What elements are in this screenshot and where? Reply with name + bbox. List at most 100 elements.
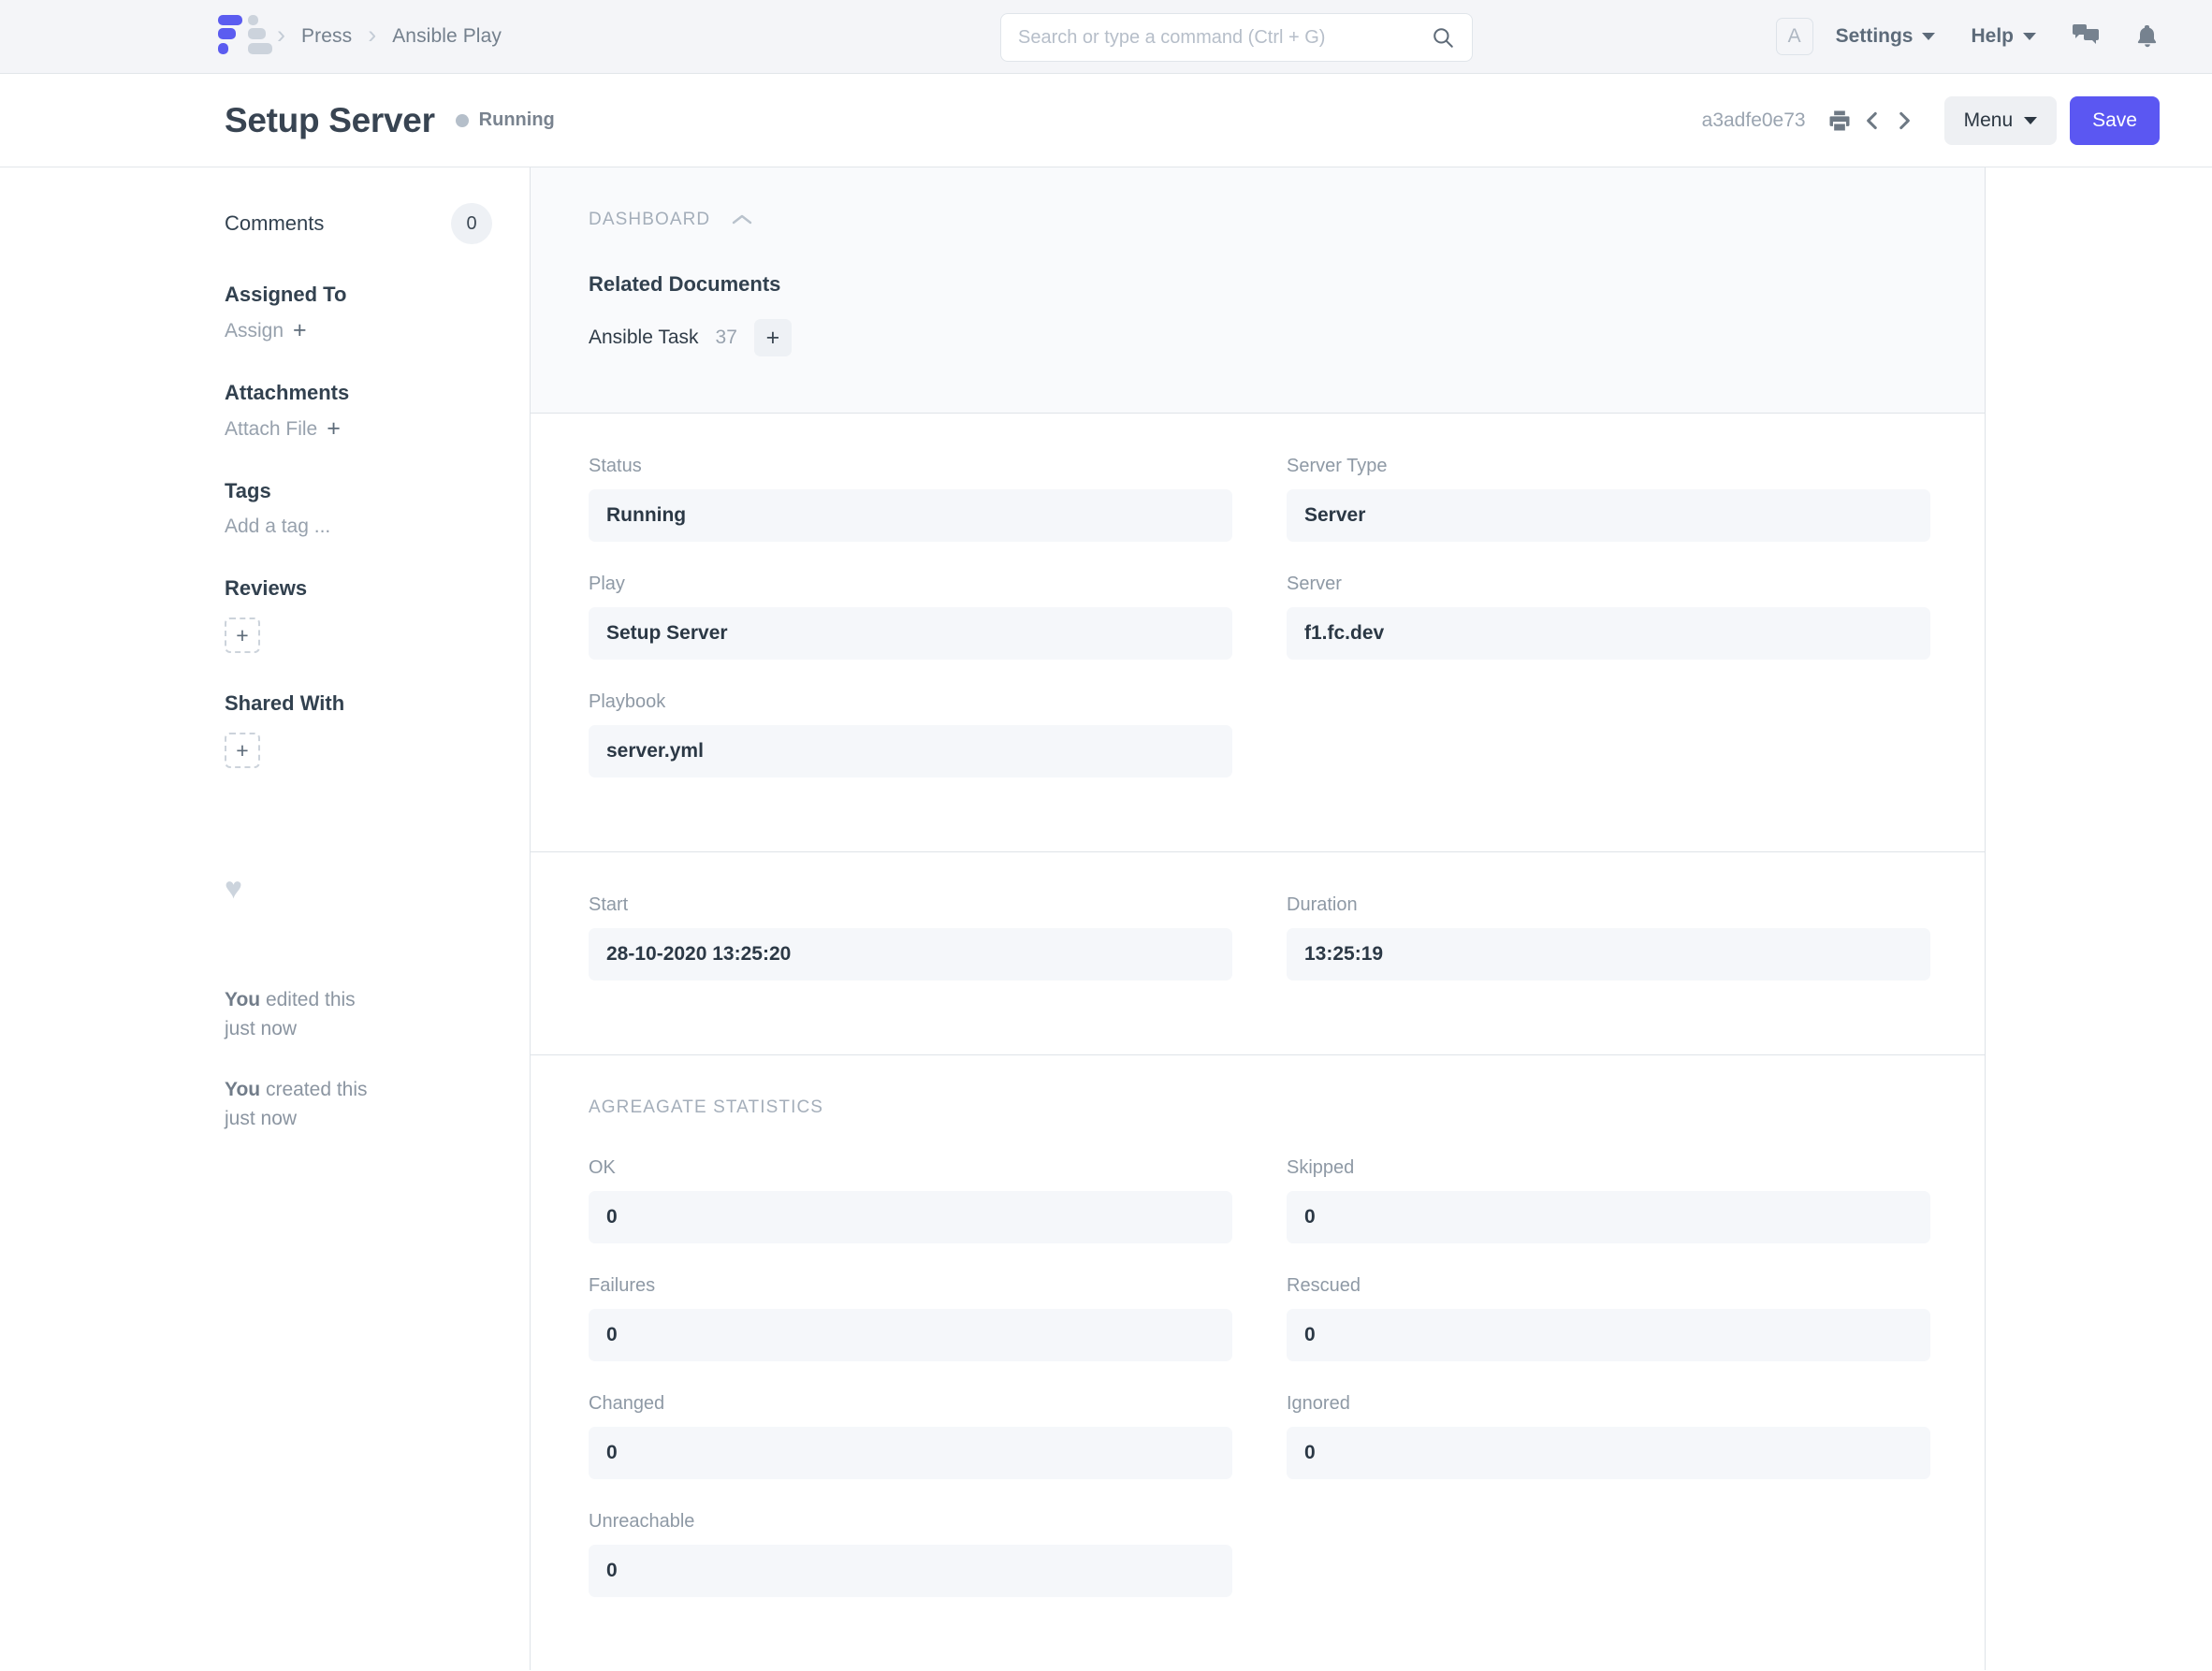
assign-label: Assign (225, 319, 284, 341)
activity-time: just now (225, 1108, 298, 1130)
field-value[interactable]: 0 (589, 1191, 1232, 1243)
field-label: Failures (589, 1275, 656, 1296)
sidebar-section-attachments: Attachments Attach File + (225, 381, 530, 441)
tags-label: Tags (225, 479, 271, 502)
related-doc-name[interactable]: Ansible Task (589, 327, 699, 349)
field-label: Status (589, 456, 642, 476)
top-navbar: › Press › Ansible Play A Settings Help (0, 0, 2212, 74)
attach-file-button[interactable]: Attach File + (225, 417, 530, 441)
field-label: Rescued (1287, 1275, 1361, 1296)
field-value[interactable]: 13:25:19 (1287, 928, 1930, 981)
field-label: Unreachable (589, 1511, 695, 1532)
field-value[interactable]: 28-10-2020 13:25:20 (589, 928, 1232, 981)
shared-with-label: Shared With (225, 691, 345, 715)
field-duration: Duration 13:25:19 (1287, 894, 1930, 1012)
assign-button[interactable]: Assign + (225, 319, 530, 342)
document-sidebar: Comments 0 Assigned To Assign + Attachme… (225, 167, 530, 1670)
global-search (1000, 13, 1473, 62)
activity-actor: You (225, 989, 261, 1010)
field-label: Duration (1287, 894, 1358, 915)
field-label: Server Type (1287, 456, 1388, 476)
breadcrumb-item-ansible-play[interactable]: Ansible Play (392, 25, 502, 48)
field-changed: Changed 0 (589, 1393, 1232, 1479)
field-start: Start 28-10-2020 13:25:20 (589, 894, 1232, 981)
chevron-up-icon[interactable] (731, 212, 753, 227)
field-value[interactable]: 0 (589, 1545, 1232, 1597)
field-label: Ignored (1287, 1393, 1350, 1414)
chevron-down-icon (2023, 33, 2036, 40)
breadcrumb-chevron-icon: › (277, 20, 285, 49)
notification-bell-icon[interactable] (2135, 23, 2160, 50)
field-playbook: Playbook server.yml (589, 691, 1232, 777)
search-input[interactable] (1018, 26, 1431, 49)
field-label: Skipped (1287, 1157, 1355, 1178)
details-section: Status Running Server Type Server Play S… (531, 414, 1985, 852)
save-button[interactable]: Save (2070, 95, 2160, 145)
status-badge[interactable]: Running (455, 109, 555, 131)
comments-label: Comments (225, 211, 325, 235)
titlebar-actions: a3adfe0e73 Menu Save (1701, 95, 2160, 145)
timing-grid: Start 28-10-2020 13:25:20 Duration 13:25… (589, 894, 1930, 1012)
details-grid: Status Running Server Type Server Play S… (589, 456, 1930, 809)
field-value[interactable]: Server (1287, 489, 1930, 542)
field-label: Server (1287, 574, 1342, 594)
field-skipped: Skipped 0 (1287, 1157, 1930, 1243)
timing-section: Start 28-10-2020 13:25:20 Duration 13:25… (531, 852, 1985, 1055)
avatar[interactable]: A (1775, 18, 1813, 55)
menu-button[interactable]: Menu (1943, 95, 2058, 145)
field-value[interactable]: 0 (1287, 1427, 1930, 1479)
add-tag-input[interactable]: Add a tag ... (225, 516, 530, 538)
field-value[interactable]: 0 (1287, 1191, 1930, 1243)
add-related-document-button[interactable]: + (753, 319, 792, 356)
previous-document-icon[interactable] (1860, 109, 1885, 133)
activity-feed: You edited this just now You created thi… (225, 985, 530, 1133)
activity-item: You created this just now (225, 1075, 530, 1133)
related-doc-count: 37 (715, 327, 737, 348)
sidebar-section-reviews: Reviews + (225, 576, 530, 653)
sidebar-section-comments: Comments 0 (225, 203, 530, 244)
field-ok: OK 0 (589, 1157, 1232, 1243)
add-shared-user-button[interactable]: + (225, 733, 260, 768)
document-titlebar: Setup Server Running a3adfe0e73 Menu Sav… (0, 74, 2212, 167)
assigned-to-label: Assigned To (225, 283, 347, 306)
search-icon[interactable] (1431, 25, 1455, 50)
breadcrumb-item-press[interactable]: Press (301, 25, 352, 48)
field-value[interactable]: 0 (589, 1427, 1232, 1479)
field-status: Status Running (589, 456, 1232, 542)
settings-label: Settings (1835, 25, 1914, 47)
add-review-button[interactable]: + (225, 618, 260, 653)
field-spacer (1287, 691, 1930, 809)
document-id: a3adfe0e73 (1701, 109, 1806, 131)
add-tag-label: Add a tag ... (225, 516, 331, 537)
help-menu[interactable]: Help (1971, 25, 2036, 48)
plus-icon: + (236, 622, 249, 647)
settings-menu[interactable]: Settings (1836, 25, 1936, 48)
chat-icon[interactable] (2072, 23, 2100, 50)
status-label: Running (478, 109, 555, 130)
statistics-grid: OK 0 Skipped 0 Failures 0 Rescued 0 Chan… (589, 1157, 1930, 1629)
page-title[interactable]: Setup Server (225, 101, 435, 140)
next-document-icon[interactable] (1892, 109, 1916, 133)
help-label: Help (1971, 25, 2014, 47)
field-value[interactable]: Setup Server (589, 607, 1232, 660)
field-unreachable: Unreachable 0 (589, 1511, 1232, 1597)
breadcrumb-chevron-icon: › (368, 20, 377, 49)
attachments-label: Attachments (225, 381, 350, 404)
app-logo-icon[interactable] (218, 14, 272, 59)
like-heart-icon[interactable]: ♥ (225, 873, 530, 903)
field-ignored: Ignored 0 (1287, 1393, 1930, 1479)
field-value[interactable]: Running (589, 489, 1232, 542)
search-box[interactable] (1000, 13, 1473, 62)
plus-icon: + (236, 737, 249, 763)
print-icon[interactable] (1826, 108, 1853, 134)
plus-icon: + (327, 415, 341, 442)
status-indicator-dot (455, 113, 469, 127)
activity-action: edited this (265, 989, 356, 1010)
field-value[interactable]: 0 (1287, 1309, 1930, 1361)
field-server-type: Server Type Server (1287, 456, 1930, 542)
related-document-row: Ansible Task 37 + (589, 319, 1930, 356)
field-value[interactable]: f1.fc.dev (1287, 607, 1930, 660)
field-value[interactable]: server.yml (589, 725, 1232, 777)
field-value[interactable]: 0 (589, 1309, 1232, 1361)
comments-count-badge[interactable]: 0 (451, 203, 492, 244)
